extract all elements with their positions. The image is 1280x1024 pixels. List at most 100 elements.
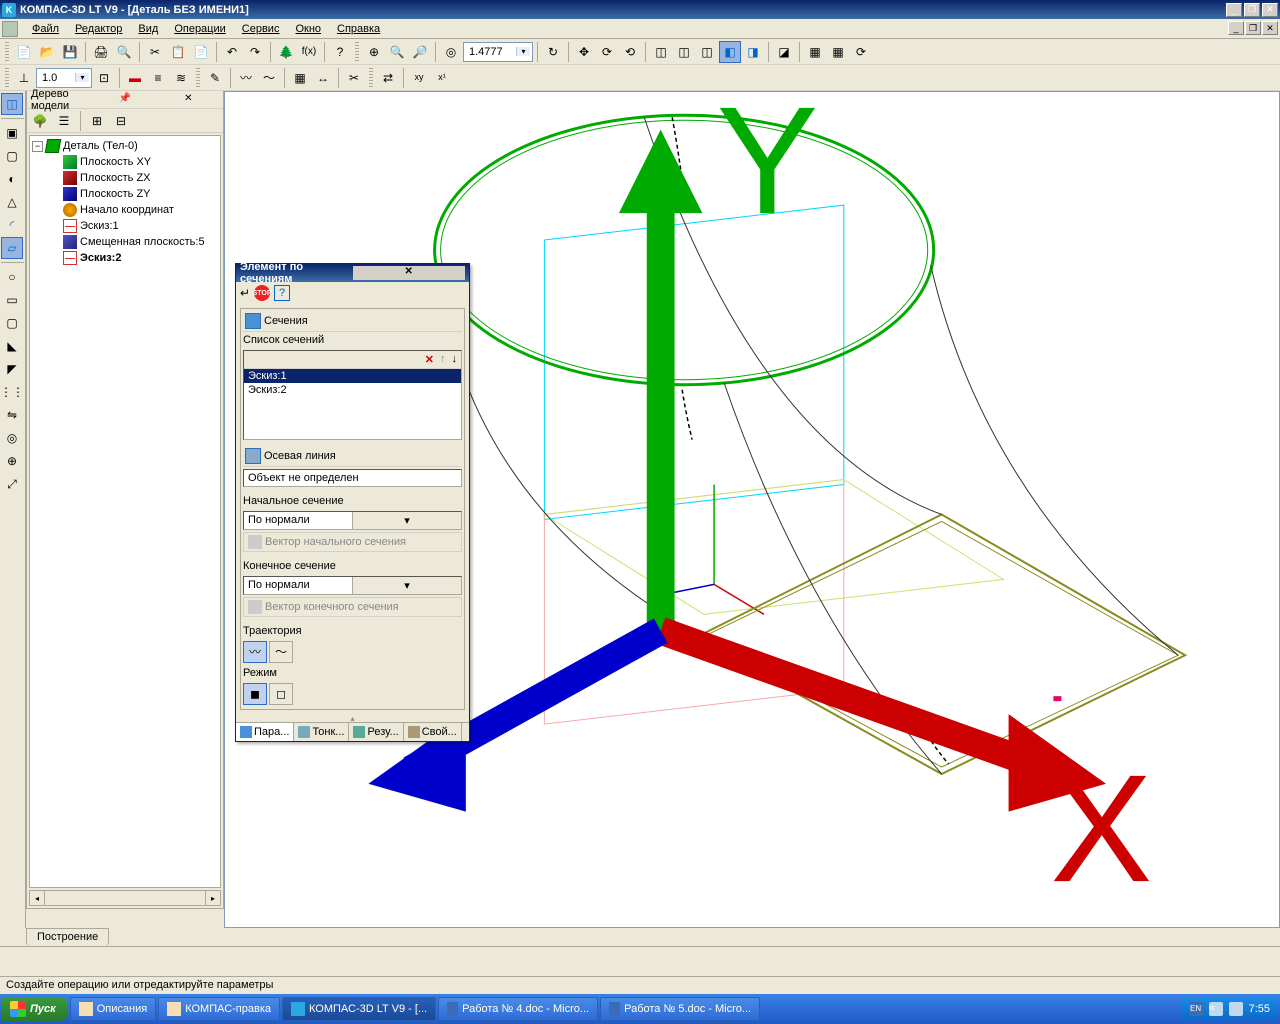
- list-delete-icon[interactable]: ✕: [425, 353, 434, 366]
- shaded-button[interactable]: ◧: [719, 41, 741, 63]
- clock[interactable]: 7:55: [1249, 1003, 1270, 1015]
- tree-hscroll[interactable]: ◂▸: [29, 890, 221, 906]
- orbit-button[interactable]: ⟳: [596, 41, 618, 63]
- paste-button[interactable]: 📄: [190, 41, 212, 63]
- copy-button[interactable]: 📋: [167, 41, 189, 63]
- task-item[interactable]: КОМПАС-правка: [158, 997, 280, 1021]
- refresh-button[interactable]: ⟲: [619, 41, 641, 63]
- pan-button[interactable]: ✥: [573, 41, 595, 63]
- tree-item-sketch2[interactable]: Эскиз:2: [32, 250, 218, 266]
- print-button[interactable]: 🖨: [90, 41, 112, 63]
- save-button[interactable]: 💾: [59, 41, 81, 63]
- dim-button[interactable]: ↔: [312, 67, 334, 89]
- vtool-extrude[interactable]: ▣: [1, 122, 23, 144]
- vtool-thread[interactable]: ◎: [1, 427, 23, 449]
- view-front-button[interactable]: ◫: [673, 41, 695, 63]
- traj-manual-button[interactable]: 〜: [269, 641, 293, 663]
- vtool-section[interactable]: ▱: [1, 237, 23, 259]
- help-context-button[interactable]: ?: [329, 41, 351, 63]
- zoom-in-button[interactable]: 🔍: [386, 41, 408, 63]
- vtool-mirror[interactable]: ⇋: [1, 404, 23, 426]
- vtool-draft[interactable]: ◣: [1, 335, 23, 357]
- stop-icon[interactable]: STOP: [254, 285, 270, 301]
- mdi-icon[interactable]: [2, 21, 18, 37]
- redo-button[interactable]: ↷: [244, 41, 266, 63]
- zoom-out-button[interactable]: 🔎: [409, 41, 431, 63]
- list-item[interactable]: Эскиз:2: [244, 383, 461, 397]
- lang-icon[interactable]: EN: [1189, 1002, 1203, 1016]
- axis-field[interactable]: Объект не определен: [243, 469, 462, 487]
- shaded-edges-button[interactable]: ◨: [742, 41, 764, 63]
- task-item[interactable]: КОМПАС-3D LT V9 - [...: [282, 997, 436, 1021]
- tree-collapse-button[interactable]: ⊟: [110, 110, 132, 132]
- preview-button[interactable]: 🔍: [113, 41, 135, 63]
- menu-help[interactable]: Справка: [329, 21, 388, 37]
- task-item[interactable]: Работа № 4.doc - Micro...: [438, 997, 598, 1021]
- perspective-button[interactable]: ◪: [773, 41, 795, 63]
- tree-item-plane-zy[interactable]: Плоскость ZY: [32, 186, 218, 202]
- prop-titlebar[interactable]: Элемент по сечениям ✕: [236, 264, 469, 282]
- minimize-button[interactable]: _: [1226, 3, 1242, 17]
- list-up-icon[interactable]: ↑: [440, 353, 446, 366]
- mdi-close-button[interactable]: ✕: [1262, 21, 1278, 35]
- bottom-tab-build[interactable]: Построение: [26, 928, 109, 946]
- tree-root[interactable]: − Деталь (Тел-0): [32, 138, 218, 154]
- task-item[interactable]: Описания: [70, 997, 156, 1021]
- new-button[interactable]: 📄: [13, 41, 35, 63]
- vtool-cut[interactable]: ▢: [1, 145, 23, 167]
- sketch-button[interactable]: ✎: [204, 67, 226, 89]
- maximize-button[interactable]: ❐: [1244, 3, 1260, 17]
- volume-icon[interactable]: [1229, 1002, 1243, 1016]
- tree-list-button[interactable]: ☰: [53, 110, 75, 132]
- grid-button[interactable]: ▦: [827, 41, 849, 63]
- start-button[interactable]: Пуск: [2, 997, 68, 1021]
- rotate-button[interactable]: ↻: [542, 41, 564, 63]
- open-button[interactable]: 📂: [36, 41, 58, 63]
- cut-button[interactable]: ✂: [144, 41, 166, 63]
- vtool-shell[interactable]: ▢: [1, 312, 23, 334]
- tree-item-sketch1[interactable]: Эскиз:1: [32, 218, 218, 234]
- snap-button[interactable]: ⊡: [93, 67, 115, 89]
- mdi-restore-button[interactable]: ❐: [1245, 21, 1261, 35]
- vtool-boolean[interactable]: ⊕: [1, 450, 23, 472]
- mdi-minimize-button[interactable]: _: [1228, 21, 1244, 35]
- list-down-icon[interactable]: ↓: [452, 353, 458, 366]
- end-section-select[interactable]: По нормали▾: [243, 576, 462, 595]
- prop-resize-grip[interactable]: ▴: [236, 714, 469, 718]
- undo-button[interactable]: ↶: [221, 41, 243, 63]
- start-section-select[interactable]: По нормали▾: [243, 511, 462, 530]
- style-button[interactable]: ≋: [170, 67, 192, 89]
- redraw-button[interactable]: ⟳: [850, 41, 872, 63]
- menu-operations[interactable]: Операции: [166, 21, 233, 37]
- vtool-hole[interactable]: ○: [1, 266, 23, 288]
- menu-service[interactable]: Сервис: [234, 21, 288, 37]
- zoom-combo[interactable]: 1.4777▾: [463, 42, 533, 62]
- spline-button[interactable]: 〰: [235, 67, 257, 89]
- vtool-pattern[interactable]: ⋮⋮: [1, 381, 23, 403]
- vtool-revolve[interactable]: ◐: [1, 168, 23, 190]
- mode-solid-button[interactable]: ◼: [243, 683, 267, 705]
- prop-tab-params[interactable]: Пара...: [236, 723, 294, 741]
- prop-tab-props[interactable]: Свой...: [404, 723, 462, 741]
- color-button[interactable]: ▬: [124, 67, 146, 89]
- pin-icon[interactable]: 📌: [94, 93, 155, 107]
- mode-surface-button[interactable]: ◻: [269, 683, 293, 705]
- task-item[interactable]: Работа № 5.doc - Micro...: [600, 997, 760, 1021]
- layer-button[interactable]: ≡: [147, 67, 169, 89]
- match-button[interactable]: ⇄: [377, 67, 399, 89]
- menu-file[interactable]: Файл: [24, 21, 67, 37]
- help-icon[interactable]: ?: [274, 285, 290, 301]
- menu-editor[interactable]: Редактор: [67, 21, 130, 37]
- view-side-button[interactable]: ◫: [696, 41, 718, 63]
- tree-view-button[interactable]: 🌳: [29, 110, 51, 132]
- hatch-button[interactable]: ▦: [289, 67, 311, 89]
- measure-button[interactable]: xy: [408, 67, 430, 89]
- vtool-scale[interactable]: ⤢: [1, 473, 23, 495]
- vtool-rib[interactable]: ▭: [1, 289, 23, 311]
- zoom-window-button[interactable]: ◎: [440, 41, 462, 63]
- tree-item-origin[interactable]: Начало координат: [32, 202, 218, 218]
- prop-tab-result[interactable]: Резу...: [349, 723, 403, 741]
- trim-button[interactable]: ✂: [343, 67, 365, 89]
- vtool-fillet[interactable]: ◜: [1, 214, 23, 236]
- vars-button[interactable]: f(x): [298, 41, 320, 63]
